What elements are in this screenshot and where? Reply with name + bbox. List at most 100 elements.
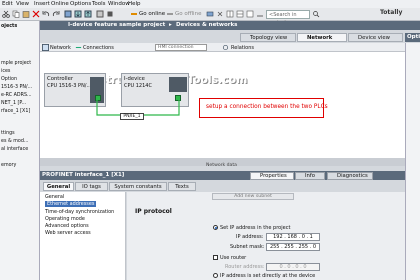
- router-address-label: Router address:: [225, 264, 265, 270]
- nav-ethernet-addresses[interactable]: Ethernet addresses: [45, 201, 97, 207]
- menu-edit[interactable]: Edit: [2, 1, 13, 7]
- download-icon[interactable]: [74, 10, 82, 18]
- menu-window[interactable]: Window: [108, 1, 130, 7]
- tab-io-tags[interactable]: IO tags: [75, 182, 108, 191]
- network-data-toggle[interactable]: Network data: [206, 163, 237, 168]
- annotation-text: setup a connection between the two PLCs: [206, 104, 328, 110]
- tree-item[interactable]: 1516-3 PN/...: [1, 85, 32, 90]
- compile-icon[interactable]: [64, 10, 72, 18]
- search-input[interactable]: <Search in project>: [266, 10, 310, 26]
- copy-icon[interactable]: [12, 10, 20, 18]
- tab-device-view[interactable]: Device view: [348, 33, 403, 42]
- search-icon[interactable]: [312, 10, 320, 18]
- plc-image: [169, 77, 187, 92]
- tree-item[interactable]: Option: [1, 77, 17, 82]
- properties-header: PROFINET interface_1 [X1] Properties Inf…: [40, 171, 420, 180]
- undo-icon[interactable]: [42, 10, 50, 18]
- tree-item[interactable]: NET_1 [P...: [1, 101, 26, 106]
- device-name: I-device: [124, 76, 145, 82]
- split-horizontal-icon[interactable]: [226, 10, 234, 18]
- network-button[interactable]: Network: [50, 45, 71, 51]
- menu-view[interactable]: View: [16, 1, 29, 7]
- connections-button[interactable]: Connections: [83, 45, 114, 51]
- paste-icon[interactable]: [22, 10, 30, 18]
- split-vertical-icon[interactable]: [236, 10, 244, 18]
- cut-icon[interactable]: [2, 10, 10, 18]
- nav-general[interactable]: General: [45, 194, 64, 200]
- profinet-port[interactable]: [95, 95, 101, 101]
- tree-item[interactable]: al interface: [1, 147, 28, 152]
- menu-tools[interactable]: Tools: [92, 1, 106, 7]
- tab-general[interactable]: General: [43, 182, 74, 191]
- redo-icon[interactable]: [52, 10, 60, 18]
- right-task-panel: [405, 43, 420, 280]
- tree-item[interactable]: mple project: [1, 61, 31, 66]
- add-new-subnet-button[interactable]: Add new subnet: [212, 193, 294, 200]
- menu-options[interactable]: Options: [70, 1, 91, 7]
- i-device-device[interactable]: I-device CPU 1214C: [121, 73, 189, 107]
- nav-web-server-access[interactable]: Web server access: [45, 230, 91, 236]
- device-name: Controller: [47, 76, 74, 82]
- toolbar: Go online Go offline <Search in project>…: [0, 8, 420, 26]
- accessible-devices-icon[interactable]: [206, 10, 214, 18]
- controller-device[interactable]: Controller CPU 1516-3 PN/...: [44, 73, 106, 107]
- go-offline-icon[interactable]: [166, 10, 174, 18]
- delete-icon[interactable]: [32, 10, 40, 18]
- subnet-mask-field[interactable]: 255 . 255 . 255 . 0: [266, 243, 320, 251]
- ip-set-at-device-radio[interactable]: [213, 273, 218, 278]
- options-task-card-tab[interactable]: Opti: [405, 33, 420, 42]
- editor-title-bar: I-device feature sample project ▸ Device…: [40, 21, 420, 30]
- upload-icon[interactable]: [84, 10, 92, 18]
- tree-header: ojects: [1, 24, 18, 29]
- connection-type-select[interactable]: HMI connection: [155, 44, 207, 51]
- go-online-icon[interactable]: [130, 10, 138, 18]
- tab-diagnostics[interactable]: Diagnostics: [327, 172, 373, 180]
- network-mode-icon[interactable]: [42, 44, 49, 51]
- profinet-port[interactable]: [175, 95, 181, 101]
- tree-item[interactable]: ices: [1, 69, 10, 74]
- tab-system-constants[interactable]: System constants: [109, 182, 167, 191]
- tree-item[interactable]: e-RC ADRS...: [1, 93, 32, 98]
- tab-properties[interactable]: Properties: [250, 172, 294, 180]
- menu-online[interactable]: Online: [51, 1, 69, 7]
- router-address-field[interactable]: 0 . 0 . 0 . 0: [266, 263, 320, 271]
- network-toolbar: Network Connections HMI connection Relat…: [40, 43, 405, 52]
- subnet-mask-label: Subnet mask:: [230, 244, 265, 250]
- set-ip-in-project-radio[interactable]: [213, 225, 218, 230]
- go-online-button[interactable]: Go online: [139, 11, 165, 17]
- tab-texts[interactable]: Texts: [168, 182, 196, 191]
- tree-item[interactable]: rface_1 [X1]: [1, 109, 30, 114]
- tab-topology-view[interactable]: Topology view: [240, 33, 296, 42]
- menu-help[interactable]: Help: [128, 1, 141, 7]
- section-title: IP protocol: [135, 208, 172, 215]
- simulation-icon[interactable]: [96, 10, 104, 18]
- project-tree: ojects mple project ices Option 1516-3 P…: [0, 21, 40, 280]
- ip-address-label: IP address:: [236, 234, 264, 240]
- ip-address-field[interactable]: 192 . 168 . 0 . 1: [266, 233, 320, 241]
- tree-item[interactable]: ttings: [1, 131, 15, 136]
- ip-set-at-device-label: IP address is set directly at the device: [220, 273, 316, 279]
- breadcrumb-separator: ▸: [169, 22, 172, 28]
- use-router-checkbox[interactable]: [213, 255, 218, 260]
- device-cpu: CPU 1214C: [124, 83, 152, 89]
- go-offline-button[interactable]: Go offline: [175, 11, 201, 17]
- cross-reference-icon[interactable]: [216, 10, 224, 18]
- use-router-label: Use router: [220, 255, 247, 261]
- relations-icon[interactable]: [222, 44, 229, 51]
- connections-icon[interactable]: [75, 44, 82, 51]
- tab-network-view[interactable]: Network view: [297, 33, 347, 49]
- properties-title: PROFINET interface_1 [X1]: [42, 172, 125, 178]
- stop-icon[interactable]: [106, 10, 114, 18]
- menu-insert[interactable]: Insert: [34, 1, 50, 7]
- network-label[interactable]: PN/IE_1: [120, 113, 144, 120]
- nav-advanced-options[interactable]: Advanced options: [45, 223, 89, 229]
- nav-operating-mode[interactable]: Operating mode: [45, 216, 85, 222]
- tree-item[interactable]: es & mod...: [1, 139, 28, 144]
- nav-time-of-day[interactable]: Time-of-day synchronization: [45, 209, 114, 215]
- tab-info[interactable]: Info: [295, 172, 325, 180]
- project-name: I-device feature sample project: [68, 22, 166, 28]
- tree-item[interactable]: emory: [1, 163, 16, 168]
- maximize-icon[interactable]: [246, 10, 254, 18]
- minimize-icon[interactable]: [256, 10, 264, 18]
- relations-button[interactable]: Relations: [231, 45, 254, 51]
